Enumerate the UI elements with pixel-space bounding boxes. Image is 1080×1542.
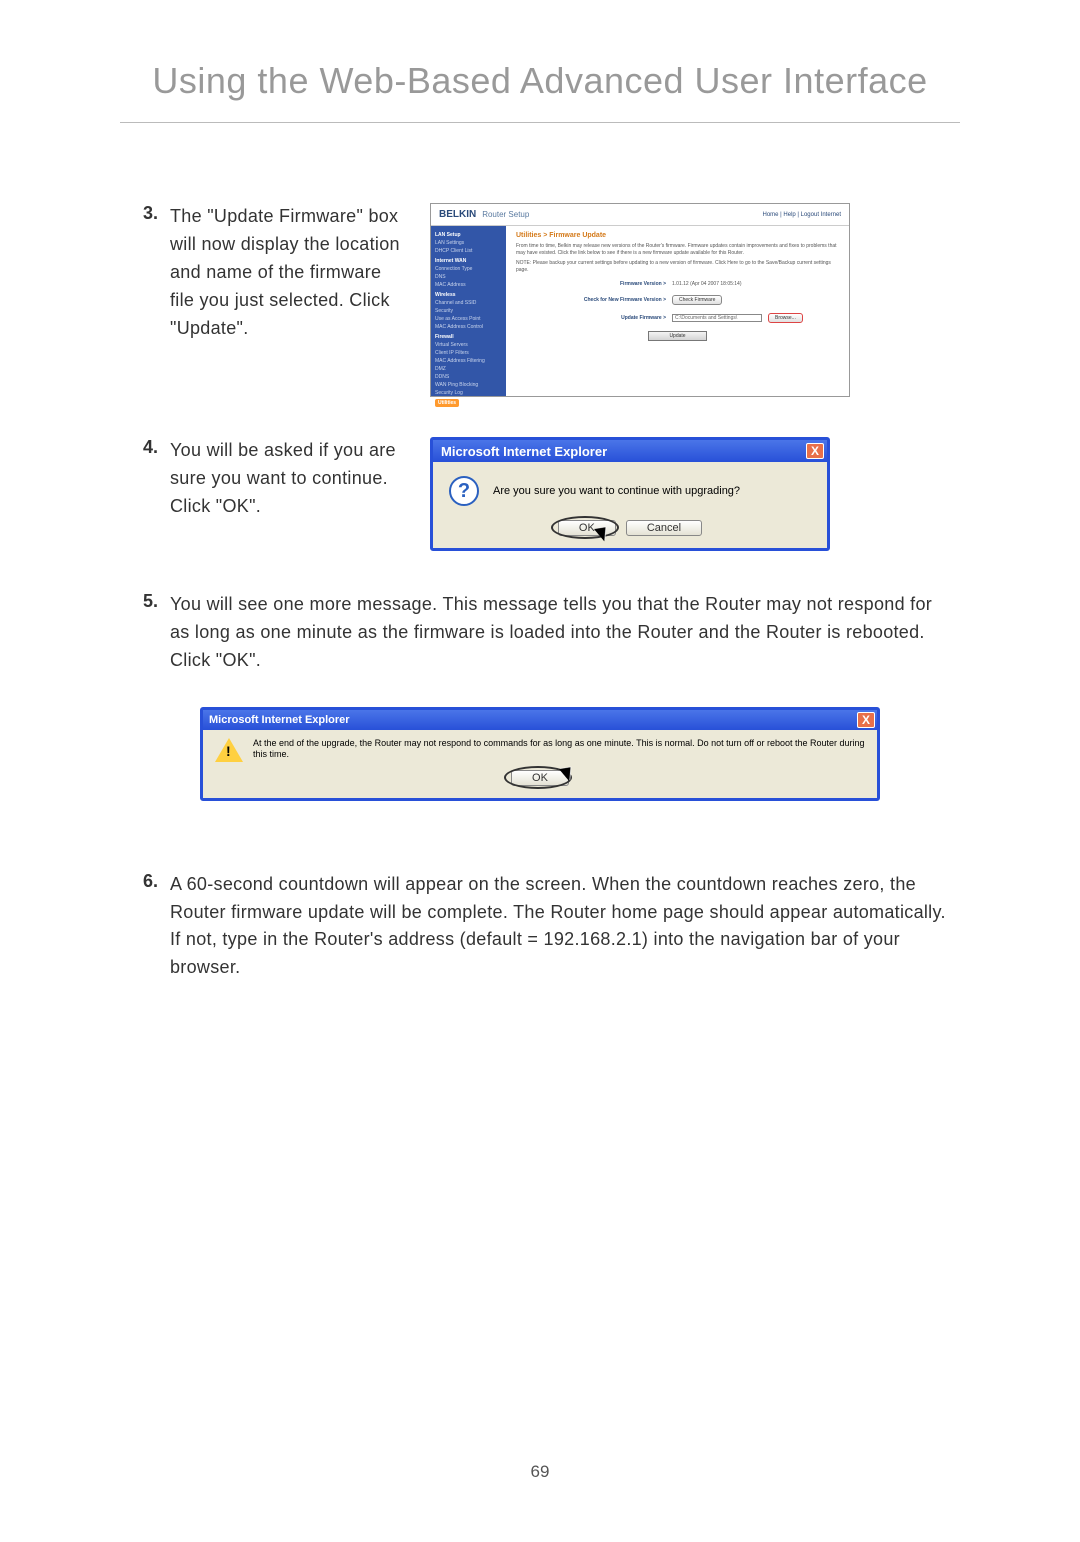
ok-button[interactable]: OK xyxy=(511,770,569,786)
step-text: The "Update Firmware" box will now displ… xyxy=(170,203,410,342)
page-number: 69 xyxy=(0,1462,1080,1482)
nav-item: LAN Settings xyxy=(435,239,502,247)
dialog-message: Are you sure you want to continue with u… xyxy=(493,484,740,498)
router-breadcrumb: Utilities > Firmware Update xyxy=(516,232,839,239)
confirm-dialog: Microsoft Internet Explorer X ? Are you … xyxy=(430,437,830,551)
router-main: Utilities > Firmware Update From time to… xyxy=(506,226,849,396)
router-screenshot: BELKIN Router Setup Home | Help | Logout… xyxy=(430,203,850,397)
firmware-version-value: 1.01.12 (Apr 04 2007 18:05:14) xyxy=(672,281,742,287)
dialog-titlebar: Microsoft Internet Explorer X xyxy=(203,710,877,730)
update-button[interactable]: Update xyxy=(648,331,706,341)
step-number: 6. xyxy=(130,871,158,983)
dialog-message: At the end of the upgrade, the Router ma… xyxy=(253,738,865,761)
content-area: 3. The "Update Firmware" box will now di… xyxy=(0,203,1080,982)
title-divider xyxy=(120,122,960,123)
router-top-links: Home | Help | Logout Internet xyxy=(763,212,842,218)
nav-item: DMZ xyxy=(435,365,502,373)
cancel-button[interactable]: Cancel xyxy=(626,520,702,536)
nav-item: DNS xyxy=(435,273,502,281)
nav-item: DHCP Client List xyxy=(435,247,502,255)
nav-item: Client IP Filters xyxy=(435,349,502,357)
router-sidebar: LAN Setup LAN Settings DHCP Client List … xyxy=(431,226,506,396)
warning-icon xyxy=(215,738,243,762)
router-desc: From time to time, Belkin may release ne… xyxy=(516,243,839,256)
router-note: NOTE: Please backup your current setting… xyxy=(516,260,839,273)
update-firmware-label: Update Firmware > xyxy=(516,315,666,321)
step-5: 5. You will see one more message. This m… xyxy=(130,591,950,831)
nav-item: Security Log xyxy=(435,389,502,397)
nav-item: Security xyxy=(435,307,502,315)
step-4: 4. You will be asked if you are sure you… xyxy=(130,437,950,551)
close-icon[interactable]: X xyxy=(806,443,824,459)
step-number: 4. xyxy=(130,437,158,551)
step-number: 5. xyxy=(130,591,158,675)
step-3: 3. The "Update Firmware" box will now di… xyxy=(130,203,950,397)
nav-item: MAC Address Filtering xyxy=(435,357,502,365)
nav-item: MAC Address Control xyxy=(435,323,502,331)
dialog-title: Microsoft Internet Explorer xyxy=(441,444,607,459)
nav-item: Connection Type xyxy=(435,265,502,273)
nav-item: DDNS xyxy=(435,373,502,381)
nav-item: Channel and SSID xyxy=(435,299,502,307)
nav-item: Use as Access Point xyxy=(435,315,502,323)
step-text: You will see one more message. This mess… xyxy=(170,591,950,675)
dialog-titlebar: Microsoft Internet Explorer X xyxy=(433,440,827,462)
check-firmware-label: Check for New Firmware Version > xyxy=(516,297,666,303)
nav-header: Firewall xyxy=(435,333,502,341)
close-icon[interactable]: X xyxy=(857,712,875,728)
nav-header-selected: Utilities xyxy=(435,399,459,407)
router-header-sub: Router Setup xyxy=(482,210,529,219)
nav-item: WAN Ping Blocking xyxy=(435,381,502,389)
firmware-version-label: Firmware Version > xyxy=(516,281,666,287)
step-number: 3. xyxy=(130,203,158,397)
nav-header: Internet WAN xyxy=(435,257,502,265)
firmware-path-input[interactable]: C:\Documents and Settings\ xyxy=(672,314,762,322)
question-icon: ? xyxy=(449,476,479,506)
step-text: You will be asked if you are sure you wa… xyxy=(170,437,410,521)
ok-button[interactable]: OK xyxy=(558,520,616,536)
step-6: 6. A 60-second countdown will appear on … xyxy=(130,871,950,983)
browse-button[interactable]: Browse... xyxy=(768,313,803,323)
router-brand: BELKIN xyxy=(439,209,476,220)
step-text: A 60-second countdown will appear on the… xyxy=(170,871,950,983)
dialog-title: Microsoft Internet Explorer xyxy=(209,714,350,726)
nav-item: Virtual Servers xyxy=(435,341,502,349)
nav-header: LAN Setup xyxy=(435,231,502,239)
nav-header: Wireless xyxy=(435,291,502,299)
warning-dialog: Microsoft Internet Explorer X At the end… xyxy=(200,707,880,801)
check-firmware-button[interactable]: Check Firmware xyxy=(672,295,722,305)
nav-item: MAC Address xyxy=(435,281,502,289)
page-title: Using the Web-Based Advanced User Interf… xyxy=(0,0,1080,122)
